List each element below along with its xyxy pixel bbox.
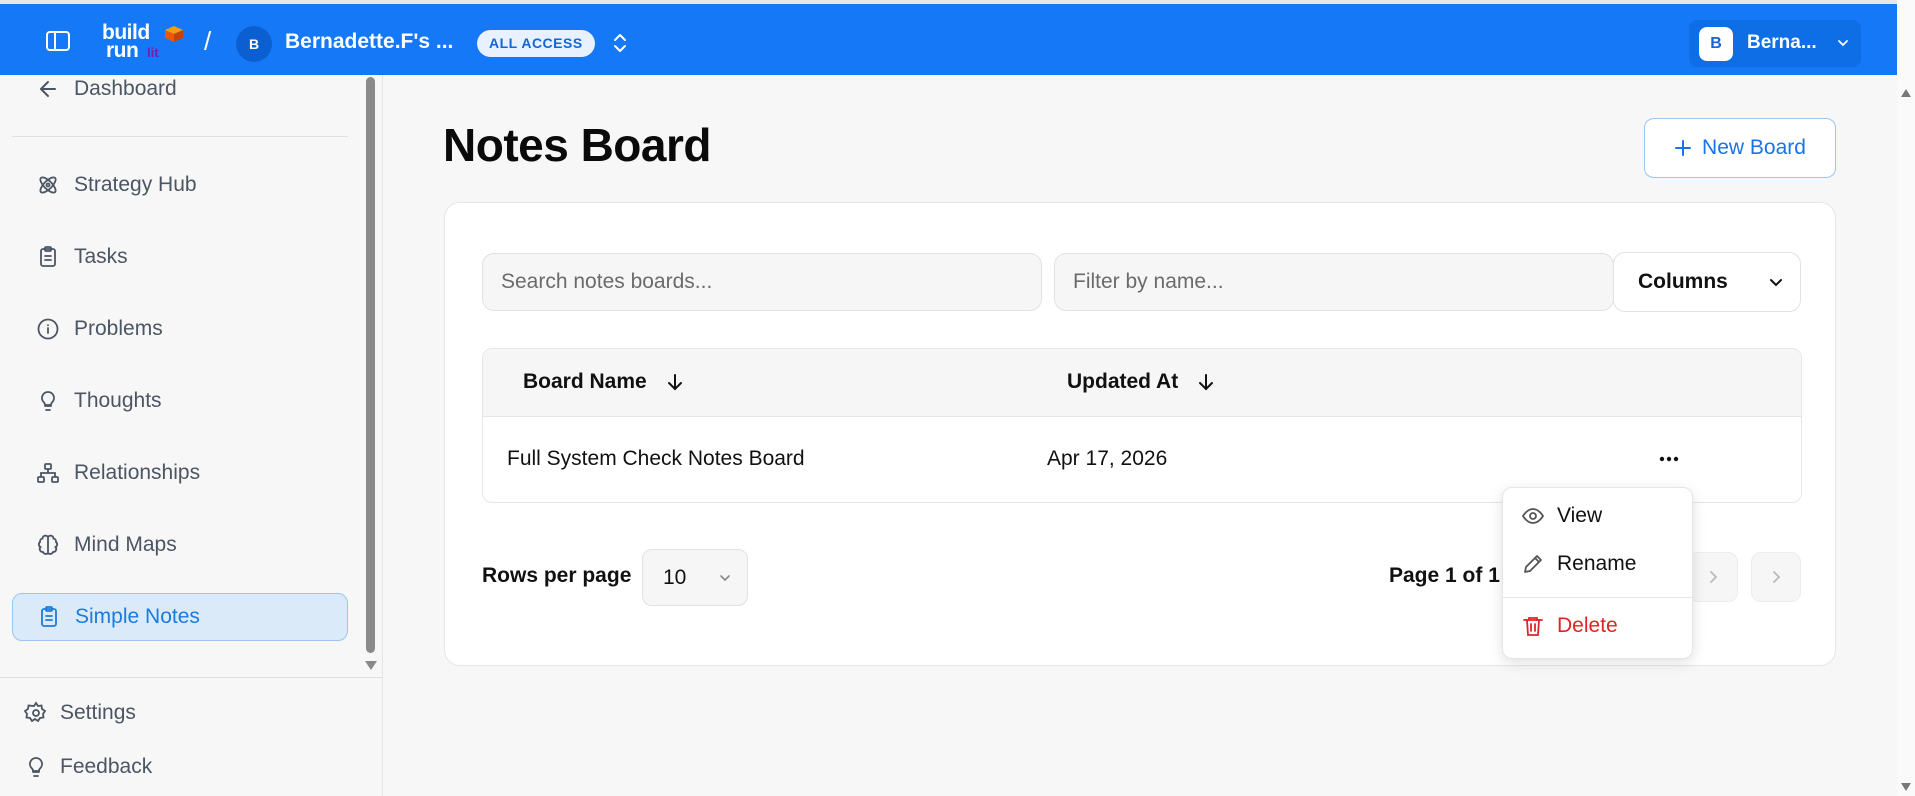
chevron-right-icon	[1773, 571, 1781, 583]
page-info: Page 1 of 1	[1389, 564, 1500, 587]
menu-item-label: Rename	[1557, 552, 1637, 575]
sidebar-item-label: Dashboard	[74, 77, 177, 100]
menu-item-rename[interactable]: Rename	[1521, 552, 1636, 576]
arrow-left-icon	[40, 81, 56, 97]
brain-icon	[38, 534, 58, 555]
sidebar-item-dashboard[interactable]: Dashboard	[12, 75, 348, 113]
table-header: Board Name Updated At	[483, 349, 1801, 417]
sidebar-divider	[12, 136, 348, 137]
info-icon	[37, 318, 59, 340]
next-page-button[interactable]	[1688, 552, 1738, 602]
sidebar-item-label: Simple Notes	[75, 605, 200, 628]
rows-per-page-select[interactable]: 10	[642, 549, 748, 606]
column-header-board-name[interactable]: Board Name	[523, 370, 685, 394]
clipboard-icon	[40, 246, 56, 267]
new-board-label: New Board	[1702, 136, 1806, 159]
column-header-updated-at[interactable]: Updated At	[1067, 370, 1216, 394]
chevron-down-icon	[1838, 40, 1848, 47]
sidebar-item-label: Strategy Hub	[74, 173, 197, 196]
page-title: Notes Board	[443, 119, 711, 171]
scroll-up-arrow-icon[interactable]	[1900, 88, 1912, 98]
trash-icon	[1523, 617, 1543, 636]
column-header-label: Updated At	[1067, 370, 1179, 393]
gear-icon	[24, 701, 47, 723]
new-board-button[interactable]: New Board	[1644, 118, 1836, 178]
logo-text-run: run	[106, 39, 139, 62]
feedback-label: Feedback	[60, 755, 153, 778]
rows-per-page-label: Rows per page	[482, 564, 632, 587]
eye-icon	[1521, 508, 1545, 524]
menu-item-view[interactable]: View	[1521, 504, 1602, 528]
user-name: Berna...	[1747, 32, 1817, 53]
sidebar-item-label: Tasks	[74, 245, 128, 268]
network-icon	[37, 463, 59, 483]
sidebar-item-settings[interactable]: Settings	[24, 701, 136, 725]
row-actions-menu: View Rename Delete	[1502, 487, 1693, 659]
sidebar-item-problems[interactable]: Problems	[12, 305, 348, 353]
boards-table: Board Name Updated At Full System Check …	[482, 348, 1802, 503]
lightbulb-icon	[41, 391, 55, 411]
sidebar-item-thoughts[interactable]: Thoughts	[12, 377, 348, 425]
rows-per-page-value: 10	[663, 565, 687, 589]
app-logo[interactable]: build run lit	[102, 22, 186, 62]
sidebar-item-label: Thoughts	[74, 389, 162, 412]
pencil-icon	[1524, 555, 1542, 573]
sidebar-item-label: Problems	[74, 317, 163, 340]
column-header-label: Board Name	[523, 370, 647, 393]
breadcrumb-separator: /	[204, 26, 212, 56]
sidebar-bottom-divider	[0, 677, 383, 678]
page-scrollbar[interactable]	[1897, 0, 1915, 796]
sidebar: Dashboard Strategy Hub Tasks Problems Th…	[0, 75, 383, 796]
updated-at-cell: Apr 17, 2026	[1047, 447, 1168, 470]
user-menu-button[interactable]: B Berna...	[1689, 20, 1861, 67]
sidebar-item-tasks[interactable]: Tasks	[12, 233, 348, 281]
columns-label: Columns	[1638, 270, 1728, 293]
chevron-down-icon	[720, 574, 731, 581]
search-input[interactable]	[482, 253, 1042, 311]
row-actions-button[interactable]	[1653, 445, 1685, 473]
chevron-down-icon	[1769, 279, 1782, 287]
sidebar-scrollbar-thumb[interactable]	[366, 77, 375, 653]
filter-input[interactable]	[1054, 253, 1614, 311]
chevron-right-icon	[1710, 571, 1718, 583]
columns-button[interactable]: Columns	[1613, 252, 1801, 312]
menu-item-delete[interactable]: Delete	[1521, 614, 1618, 638]
more-horizontal-icon	[1659, 456, 1679, 462]
menu-item-label: View	[1557, 504, 1603, 527]
sidebar-item-simple-notes[interactable]: Simple Notes	[12, 593, 348, 641]
cube-logo-icon	[165, 26, 183, 42]
sidebar-item-strategy-hub[interactable]: Strategy Hub	[12, 161, 348, 209]
sidebar-nav: Dashboard Strategy Hub Tasks Problems Th…	[0, 75, 383, 677]
arrow-down-icon	[1199, 374, 1214, 391]
workspace-avatar[interactable]: B	[236, 26, 272, 62]
board-name-cell[interactable]: Full System Check Notes Board	[507, 447, 805, 471]
scroll-down-arrow-icon[interactable]	[1900, 782, 1912, 792]
sidebar-item-label: Mind Maps	[74, 533, 177, 556]
access-badge: ALL ACCESS	[477, 30, 595, 57]
user-avatar: B	[1699, 27, 1733, 61]
sidebar-item-label: Relationships	[74, 461, 201, 484]
menu-item-label: Delete	[1557, 614, 1618, 637]
plus-icon	[1675, 140, 1692, 156]
sidebar-toggle-icon[interactable]	[46, 31, 70, 51]
last-page-button[interactable]	[1751, 552, 1801, 602]
atom-icon	[39, 176, 57, 194]
sidebar-scroll-down-icon[interactable]	[365, 661, 377, 670]
lightbulb-icon	[29, 757, 43, 777]
top-bar: build run lit / B Bernadette.F's ... ALL…	[0, 0, 1897, 75]
arrow-down-icon	[667, 374, 682, 391]
settings-label: Settings	[60, 701, 136, 724]
notes-icon	[41, 606, 57, 627]
sidebar-item-relationships[interactable]: Relationships	[12, 449, 348, 497]
menu-divider	[1503, 597, 1692, 598]
chevron-up-down-icon[interactable]	[612, 31, 628, 55]
workspace-name[interactable]: Bernadette.F's ...	[285, 30, 453, 54]
sidebar-item-mind-maps[interactable]: Mind Maps	[12, 521, 348, 569]
sidebar-item-feedback[interactable]: Feedback	[24, 755, 152, 779]
logo-text-lit: lit	[147, 45, 159, 60]
